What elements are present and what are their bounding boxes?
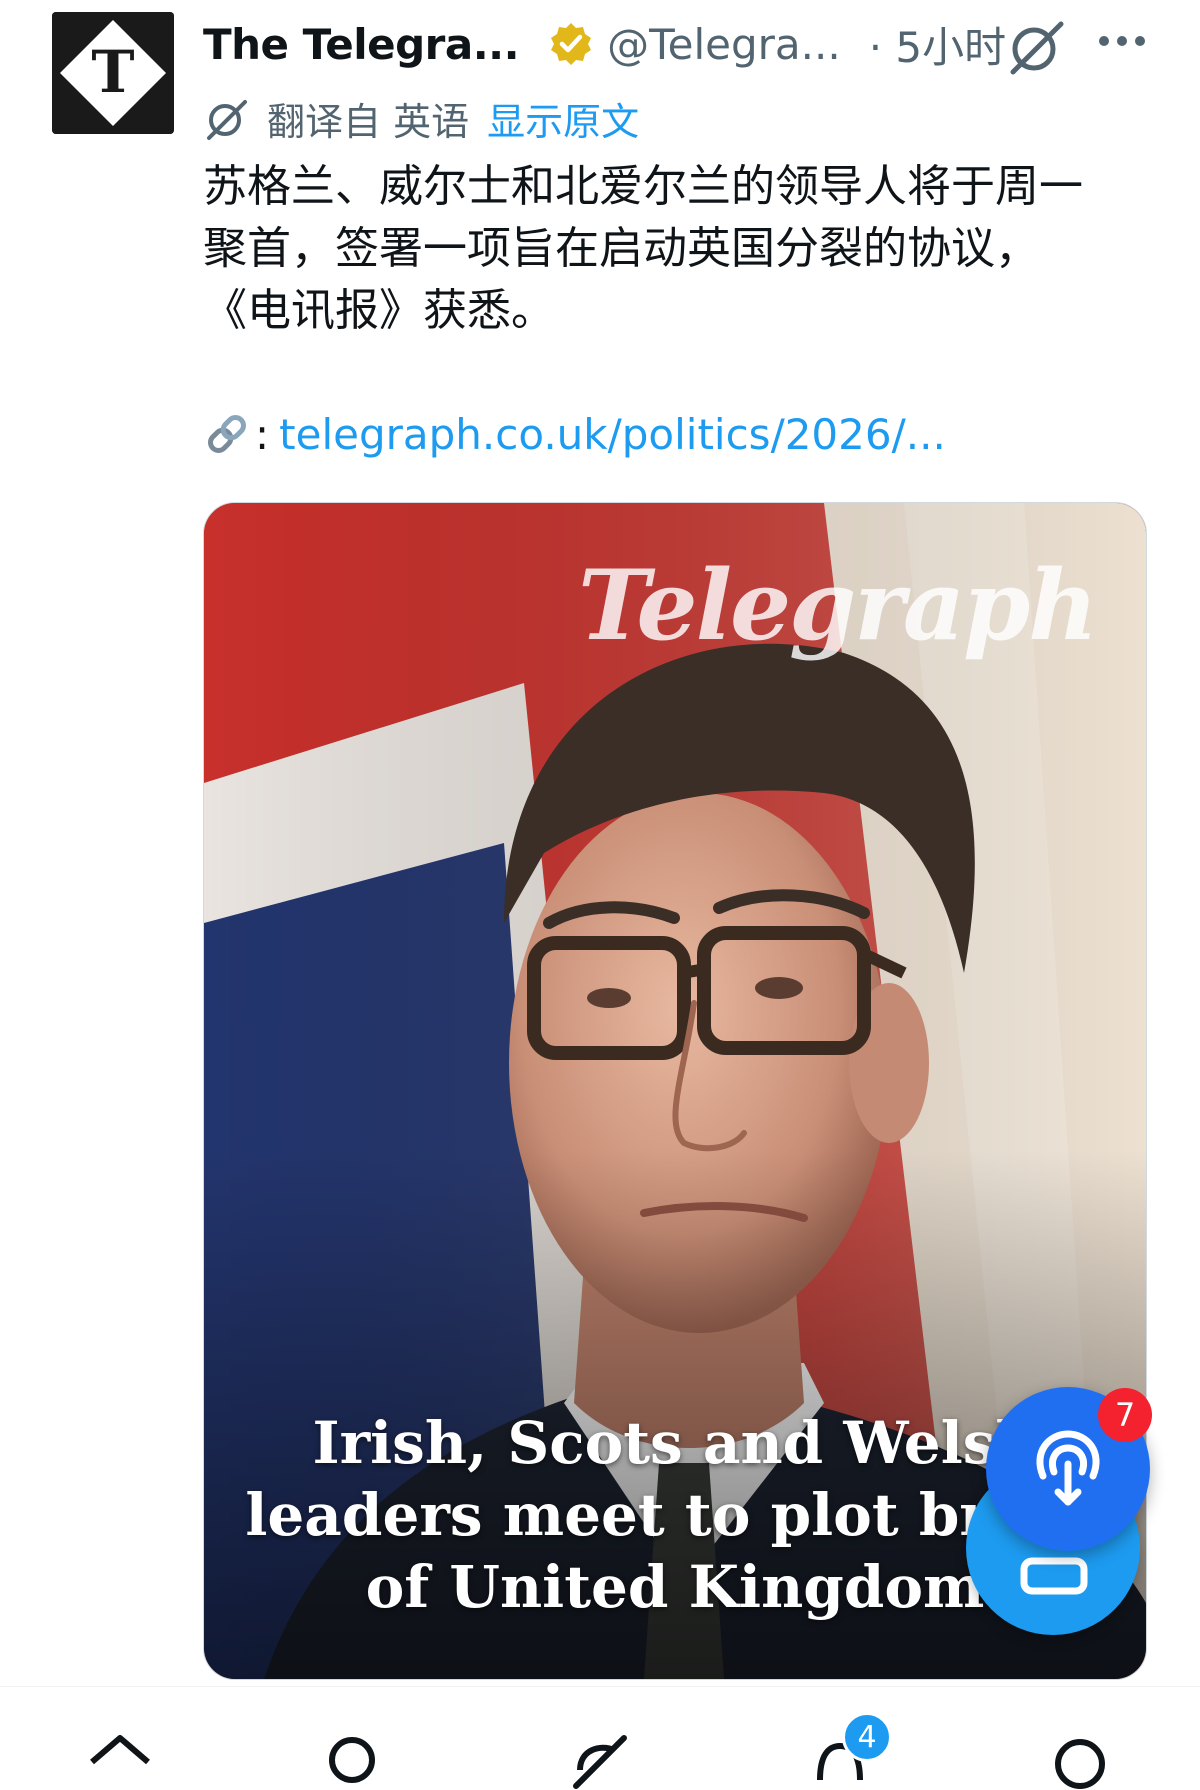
bottom-nav <box>0 1700 1200 1789</box>
notifications-badge: 4 <box>842 1712 892 1762</box>
tweet-text-line: 《电讯报》获悉。 <box>203 285 555 336</box>
article-link[interactable]: telegraph.co.uk/politics/2026/... <box>279 410 946 459</box>
translation-row: 翻译自 英语 显示原文 <box>203 90 639 146</box>
handle[interactable]: @Telegra... <box>607 20 841 69</box>
tweet-text-line: 聚首，签署一项旨在启动英国分裂的协议， <box>203 223 1039 274</box>
spaces-icon <box>1036 1430 1100 1506</box>
translated-from-label: 翻译自 英语 <box>267 99 470 144</box>
display-name[interactable]: The Telegra... <box>203 20 520 69</box>
spaces-count-badge: 7 <box>1098 1388 1152 1442</box>
link-colon: : <box>255 409 270 459</box>
link-row: : telegraph.co.uk/politics/2026/... <box>203 402 946 466</box>
tweet-text-line: 苏格兰、威尔士和北爱尔兰的领导人将于周一 <box>203 161 1083 212</box>
show-original-link[interactable]: 显示原文 <box>487 91 639 146</box>
telegraph-logo-icon: T <box>52 12 174 134</box>
verified-badge-icon <box>547 20 595 68</box>
tweet-header: The Telegra... @Telegra... · 5小时 <box>203 14 1006 74</box>
bottom-nav-divider <box>0 1686 1200 1687</box>
link-icon <box>208 415 246 453</box>
telegraph-masthead: Telegraph <box>578 549 1098 662</box>
grok-nav-icon[interactable] <box>560 1730 640 1790</box>
messages-icon[interactable] <box>1040 1730 1120 1790</box>
avatar[interactable]: T <box>52 12 174 134</box>
home-icon[interactable] <box>80 1730 160 1790</box>
tweet-text: 苏格兰、威尔士和北爱尔兰的领导人将于周一 聚首，签署一项旨在启动英国分裂的协议，… <box>203 156 1133 342</box>
more-icon[interactable] <box>1096 30 1148 52</box>
timestamp[interactable]: · 5小时 <box>869 14 1006 75</box>
grok-icon[interactable] <box>1005 16 1067 78</box>
avatar-letter: T <box>91 38 134 106</box>
grok-translate-icon <box>207 100 247 140</box>
search-icon[interactable] <box>312 1730 392 1790</box>
